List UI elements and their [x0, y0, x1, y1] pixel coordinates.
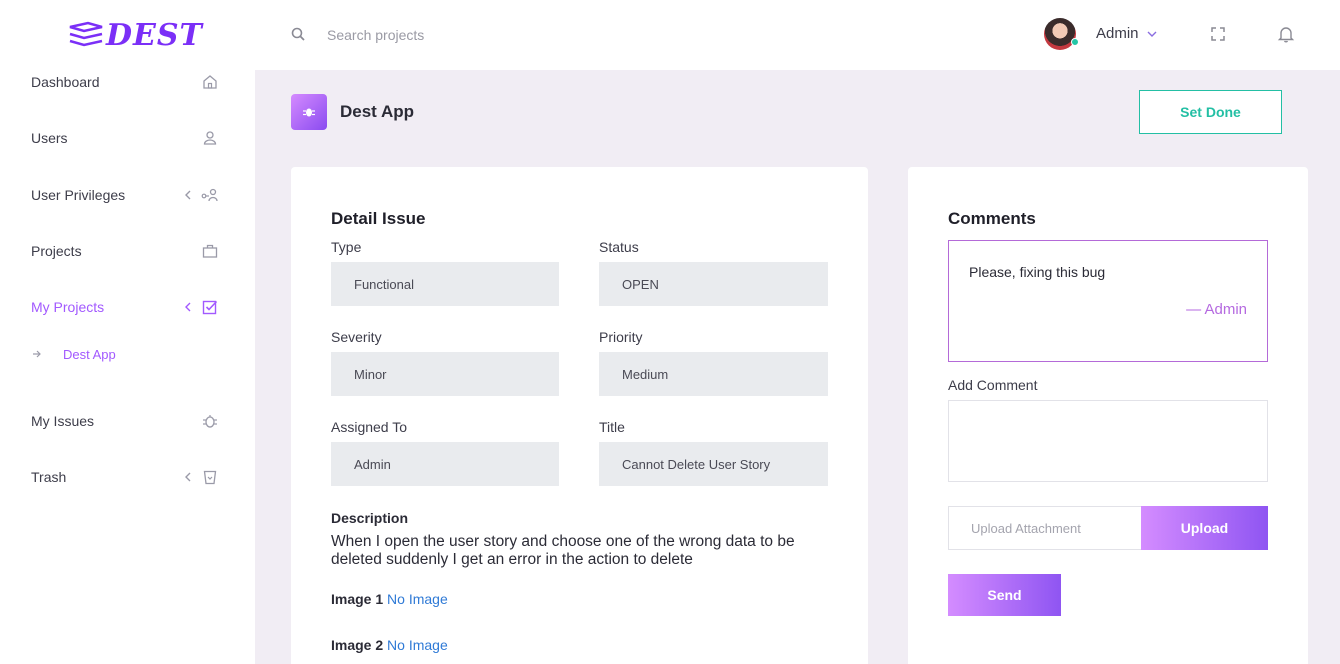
sidebar-subitem-dest-app[interactable]: Dest App: [0, 339, 255, 369]
chevron-down-icon[interactable]: [1146, 28, 1158, 40]
description-label: Description: [331, 510, 409, 526]
logo-stack-icon: [69, 21, 103, 47]
status-field[interactable]: OPEN: [599, 262, 828, 306]
card-title: Detail Issue: [331, 209, 426, 228]
home-icon: [203, 75, 217, 89]
sidebar-item-my-issues[interactable]: My Issues: [0, 401, 255, 441]
title-field[interactable]: Cannot Delete User Story: [599, 442, 828, 486]
assigned-to-label: Assigned To: [331, 419, 408, 435]
status-label: Status: [599, 239, 639, 255]
image-label: Image 2: [331, 637, 384, 653]
user-key-icon: [201, 188, 218, 202]
trash-icon: [203, 470, 217, 485]
sidebar-item-dashboard[interactable]: Dashboard: [0, 62, 255, 102]
sidebar-item-label: Dashboard: [31, 74, 100, 90]
sidebar-item-label: Trash: [31, 469, 67, 485]
comment-text: Please, fixing this bug: [969, 264, 1106, 280]
user-icon: [203, 131, 217, 145]
search-input[interactable]: [320, 20, 620, 50]
sidebar-item-users[interactable]: Users: [0, 118, 255, 158]
type-label: Type: [331, 239, 362, 255]
send-button[interactable]: Send: [948, 574, 1061, 616]
description-text: When I open the user story and choose on…: [331, 533, 795, 568]
priority-label: Priority: [599, 329, 643, 345]
chevron-left-icon: [185, 302, 191, 312]
severity-label: Severity: [331, 329, 382, 345]
comments-card: Comments Please, fixing this bug — Admin…: [908, 167, 1308, 664]
bell-icon[interactable]: [1277, 25, 1295, 43]
title-label: Title: [599, 419, 625, 435]
image-row: Image 2 No Image: [331, 637, 448, 653]
logo[interactable]: DEST: [68, 17, 203, 53]
sidebar-item-label: My Issues: [31, 413, 95, 429]
image-link[interactable]: No Image: [387, 591, 448, 607]
sidebar-item-label: User Privileges: [31, 187, 126, 203]
upload-attachment-input[interactable]: [948, 506, 1141, 550]
card-title: Comments: [948, 209, 1036, 228]
page-title: Dest App: [340, 102, 414, 121]
sidebar-item-trash[interactable]: Trash: [0, 457, 255, 497]
add-comment-label: Add Comment: [948, 377, 1038, 393]
severity-field[interactable]: Minor: [331, 352, 559, 396]
type-field[interactable]: Functional: [331, 262, 559, 306]
project-badge: [291, 94, 327, 130]
sidebar-subitem-label: Dest App: [63, 346, 116, 362]
set-done-button[interactable]: Set Done: [1139, 90, 1282, 134]
image-label: Image 1: [331, 591, 384, 607]
assigned-to-field[interactable]: Admin: [331, 442, 559, 486]
checklist-icon: [202, 300, 218, 315]
chevron-left-icon: [185, 472, 191, 482]
sidebar-item-user-privileges[interactable]: User Privileges: [0, 175, 255, 215]
online-status-dot: [1071, 38, 1079, 46]
search-icon: [291, 27, 305, 41]
arrow-right-icon: [33, 350, 41, 358]
priority-field[interactable]: Medium: [599, 352, 828, 396]
image-link[interactable]: No Image: [387, 637, 448, 653]
avatar[interactable]: [1044, 18, 1076, 50]
bug-icon: [303, 108, 315, 117]
sidebar-item-label: My Projects: [31, 299, 105, 315]
bug-icon: [203, 415, 217, 428]
sidebar-item-label: Users: [31, 130, 68, 146]
sidebar: Dashboard Users User Privileges Projects: [0, 70, 255, 664]
sidebar-item-projects[interactable]: Projects: [0, 231, 255, 271]
comment-author: — Admin: [1186, 301, 1247, 318]
chevron-left-icon: [185, 190, 191, 200]
add-comment-input[interactable]: [948, 400, 1268, 482]
image-row: Image 1 No Image: [331, 591, 448, 607]
upload-button[interactable]: Upload: [1141, 506, 1268, 550]
detail-issue-card: Detail Issue Type Functional Status OPEN…: [291, 167, 868, 664]
user-name[interactable]: Admin: [1096, 25, 1139, 42]
comment-item: Please, fixing this bug — Admin: [948, 240, 1268, 362]
top-bar: DEST Admin: [0, 0, 1340, 70]
sidebar-item-label: Projects: [31, 243, 82, 259]
fullscreen-icon[interactable]: [1210, 26, 1226, 42]
sidebar-item-my-projects[interactable]: My Projects: [0, 287, 255, 327]
logo-text: DEST: [106, 17, 203, 53]
briefcase-icon: [202, 244, 218, 258]
